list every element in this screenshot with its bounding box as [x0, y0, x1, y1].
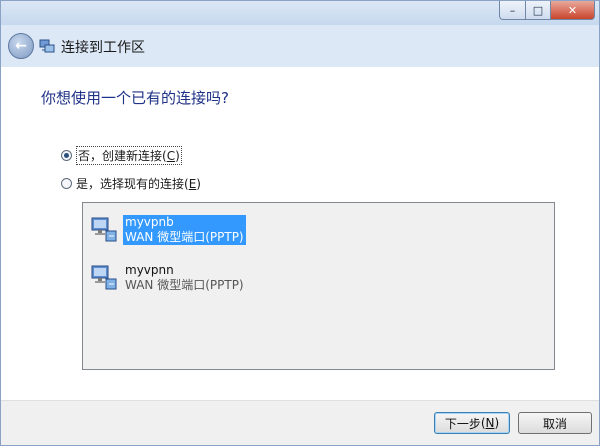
connect-workplace-window: – □ ✕ ← 连接到工作区 你想使用一个已有的连接吗? 否，创建新连接(C) … [0, 0, 600, 446]
list-item[interactable]: myvpnn WAN 微型端口(PPTP) [89, 263, 246, 293]
radio-create-new[interactable] [61, 150, 72, 161]
network-connection-icon [39, 39, 55, 53]
radio-use-existing[interactable] [61, 178, 72, 189]
connection-text: myvpnn WAN 微型端口(PPTP) [123, 263, 246, 293]
option-create-new-label[interactable]: 否，创建新连接(C) [76, 146, 182, 165]
list-item[interactable]: myvpnb WAN 微型端口(PPTP) [89, 215, 246, 245]
connection-type: WAN 微型端口(PPTP) [123, 230, 246, 245]
page-question: 你想使用一个已有的连接吗? [41, 89, 229, 107]
connection-name: myvpnb [123, 215, 246, 230]
wizard-footer: 下一步(N) 取消 [1, 400, 599, 445]
next-button[interactable]: 下一步(N) [434, 412, 510, 434]
wizard-header: ← 连接到工作区 [1, 25, 599, 67]
option-use-existing-label[interactable]: 是，选择现有的连接(E) [76, 175, 201, 192]
close-button[interactable]: ✕ [551, 1, 595, 20]
option-create-new[interactable]: 否，创建新连接(C) [61, 146, 182, 165]
connection-name: myvpnn [125, 263, 174, 277]
cancel-button[interactable]: 取消 [518, 412, 592, 434]
maximize-button[interactable]: □ [526, 1, 551, 20]
connection-list[interactable]: myvpnb WAN 微型端口(PPTP) myvpnn WAN 微型端口(PP… [82, 202, 555, 370]
wizard-title: 连接到工作区 [61, 40, 145, 56]
connection-type: WAN 微型端口(PPTP) [125, 278, 244, 292]
minimize-button[interactable]: – [499, 1, 526, 20]
back-arrow-icon[interactable]: ← [8, 33, 34, 59]
vpn-connection-icon [91, 265, 117, 290]
vpn-connection-icon [91, 217, 117, 242]
connection-text: myvpnb WAN 微型端口(PPTP) [123, 215, 246, 245]
caption-buttons: – □ ✕ [499, 1, 595, 20]
title-bar[interactable]: – □ ✕ [1, 1, 599, 25]
option-use-existing[interactable]: 是，选择现有的连接(E) [61, 175, 201, 192]
